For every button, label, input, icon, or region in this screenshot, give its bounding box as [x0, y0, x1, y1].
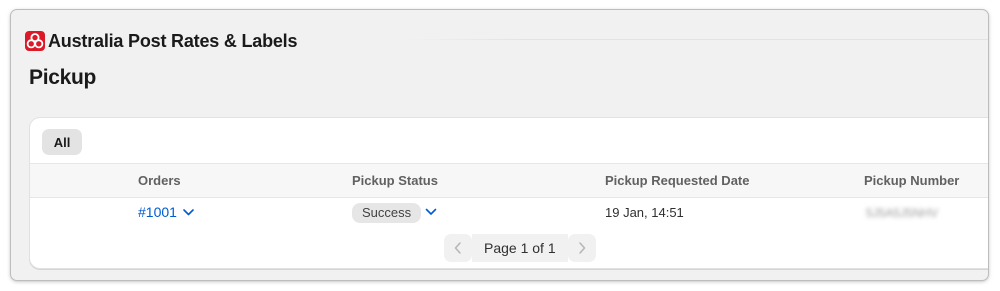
pickup-requested-date: 19 Jan, 14:51	[605, 205, 684, 220]
chevron-left-icon	[454, 242, 461, 254]
chevron-down-icon[interactable]	[425, 205, 437, 219]
pickup-number: 5J5A5J5NHV	[866, 206, 939, 220]
order-number[interactable]: #1001	[138, 204, 177, 220]
tab-all[interactable]: All	[42, 129, 82, 155]
chevron-down-icon[interactable]	[183, 209, 194, 216]
auspost-logo-icon	[25, 31, 45, 51]
table-row: #1001 Success 19 Jan, 14:51 5J5A5J5NHV	[30, 197, 988, 229]
app-title: Australia Post Rates & Labels	[48, 30, 298, 51]
column-header-pickup-status: Pickup Status	[352, 173, 438, 188]
app-window: Australia Post Rates & Labels Pickup All…	[11, 10, 988, 280]
previous-page-button[interactable]	[444, 234, 472, 262]
column-header-orders: Orders	[138, 173, 181, 188]
pickup-table-card: All Orders Pickup Status Pickup Requeste…	[30, 118, 988, 268]
order-link[interactable]: #1001	[138, 204, 194, 220]
pagination: Page 1 of 1	[444, 234, 596, 262]
column-header-pickup-requested-date: Pickup Requested Date	[605, 173, 750, 188]
next-page-button[interactable]	[567, 234, 596, 262]
page-title: Pickup	[29, 66, 97, 89]
app-header: Australia Post Rates & Labels	[25, 30, 297, 52]
table-header-row: Orders Pickup Status Pickup Requested Da…	[30, 163, 988, 198]
status-badge: Success	[352, 203, 422, 223]
pagination-label: Page 1 of 1	[472, 234, 568, 262]
chevron-right-icon	[578, 242, 585, 254]
header-divider	[406, 39, 988, 40]
column-header-pickup-number: Pickup Number	[864, 173, 960, 188]
